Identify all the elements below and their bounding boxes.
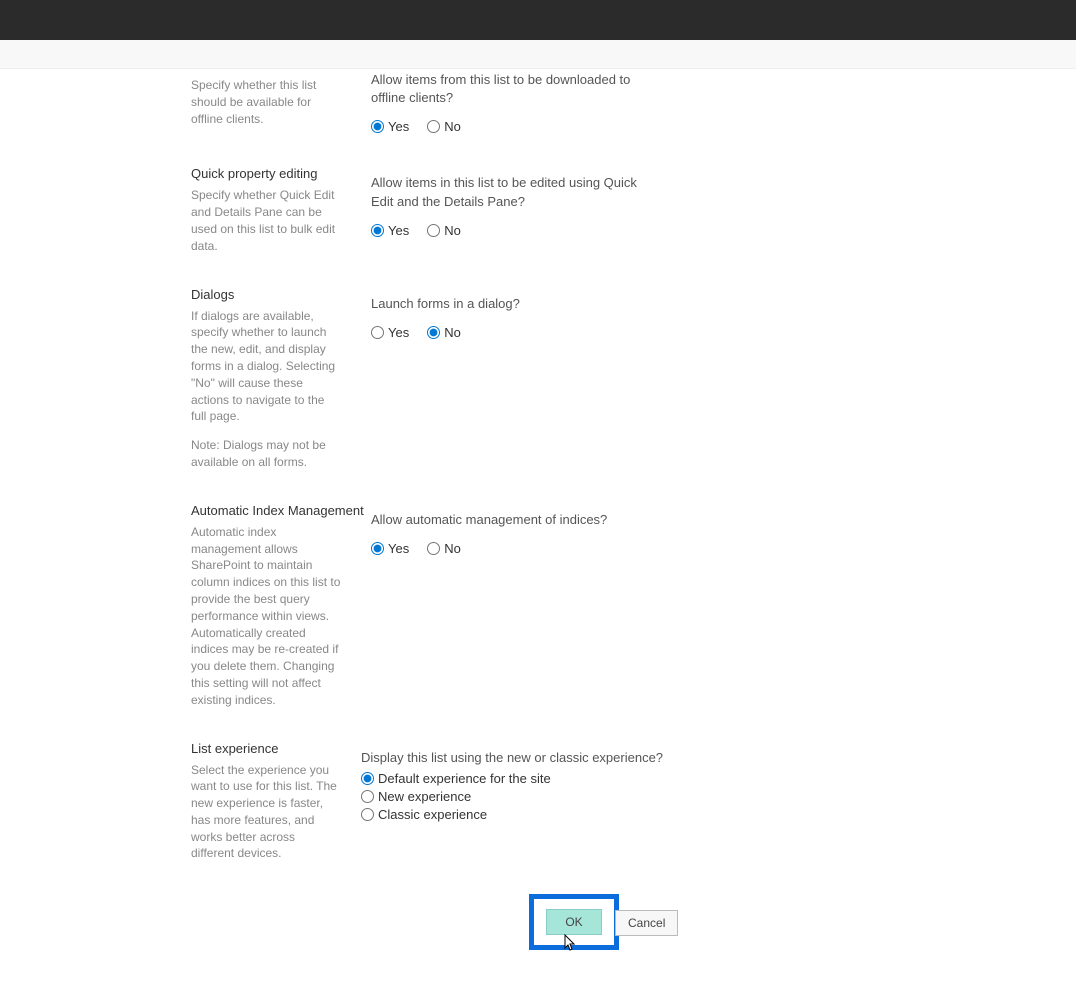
radio-label: Default experience for the site: [378, 771, 551, 786]
listexp-default-input[interactable]: [361, 772, 374, 785]
listexp-classic-radio[interactable]: Classic experience: [361, 807, 1076, 822]
offline-desc: Specify whether this list should be avai…: [191, 77, 341, 127]
offline-yes-input[interactable]: [371, 120, 384, 133]
sub-bar: [0, 40, 1076, 69]
dialogs-yes-input[interactable]: [371, 326, 384, 339]
quickedit-desc: Specify whether Quick Edit and Details P…: [191, 187, 341, 254]
listexp-new-input[interactable]: [361, 790, 374, 803]
radio-label: Yes: [388, 541, 409, 556]
radio-label: New experience: [378, 789, 471, 804]
ok-button[interactable]: OK: [546, 909, 602, 935]
footer-buttons: OK Cancel: [529, 894, 1076, 950]
radio-label: Yes: [388, 223, 409, 238]
listexp-title: List experience: [191, 741, 371, 756]
listexp-desc: Select the experience you want to use fo…: [191, 762, 341, 863]
cancel-button[interactable]: Cancel: [615, 910, 678, 936]
radio-label: Yes: [388, 325, 409, 340]
listexp-question: Display this list using the new or class…: [361, 749, 1076, 767]
offline-yes-radio[interactable]: Yes: [371, 119, 409, 134]
radio-label: No: [444, 541, 461, 556]
cursor-icon: [564, 934, 578, 952]
listexp-radio-group: Default experience for the site New expe…: [361, 771, 1076, 822]
listexp-classic-input[interactable]: [361, 808, 374, 821]
dialogs-no-radio[interactable]: No: [427, 325, 461, 340]
radio-label: No: [444, 119, 461, 134]
quickedit-no-radio[interactable]: No: [427, 223, 461, 238]
dialogs-question: Launch forms in a dialog?: [371, 295, 651, 313]
listexp-new-radio[interactable]: New experience: [361, 789, 1076, 804]
autoindex-no-input[interactable]: [427, 542, 440, 555]
offline-radio-group: Yes No: [371, 119, 1076, 134]
offline-question: Allow items from this list to be downloa…: [371, 71, 651, 107]
autoindex-desc: Automatic index management allows ShareP…: [191, 524, 341, 709]
radio-label: No: [444, 325, 461, 340]
quickedit-yes-radio[interactable]: Yes: [371, 223, 409, 238]
settings-form: Specify whether this list should be avai…: [0, 77, 1076, 990]
dialogs-note: Note: Dialogs may not be available on al…: [191, 437, 341, 471]
autoindex-no-radio[interactable]: No: [427, 541, 461, 556]
dialogs-desc: If dialogs are available, specify whethe…: [191, 308, 341, 426]
autoindex-title: Automatic Index Management: [191, 503, 371, 518]
radio-label: Classic experience: [378, 807, 487, 822]
autoindex-yes-radio[interactable]: Yes: [371, 541, 409, 556]
radio-label: Yes: [388, 119, 409, 134]
listexp-default-radio[interactable]: Default experience for the site: [361, 771, 1076, 786]
offline-no-radio[interactable]: No: [427, 119, 461, 134]
dialogs-title: Dialogs: [191, 287, 371, 302]
dialogs-no-input[interactable]: [427, 326, 440, 339]
ok-highlight-box: OK: [529, 894, 619, 950]
quickedit-no-input[interactable]: [427, 224, 440, 237]
radio-label: No: [444, 223, 461, 238]
autoindex-yes-input[interactable]: [371, 542, 384, 555]
dialogs-yes-radio[interactable]: Yes: [371, 325, 409, 340]
autoindex-question: Allow automatic management of indices?: [371, 511, 651, 529]
quickedit-question: Allow items in this list to be edited us…: [371, 174, 651, 210]
quickedit-title: Quick property editing: [191, 166, 371, 181]
quickedit-yes-input[interactable]: [371, 224, 384, 237]
autoindex-radio-group: Yes No: [371, 541, 1076, 556]
top-app-bar: [0, 0, 1076, 40]
offline-no-input[interactable]: [427, 120, 440, 133]
dialogs-radio-group: Yes No: [371, 325, 1076, 340]
quickedit-radio-group: Yes No: [371, 223, 1076, 238]
